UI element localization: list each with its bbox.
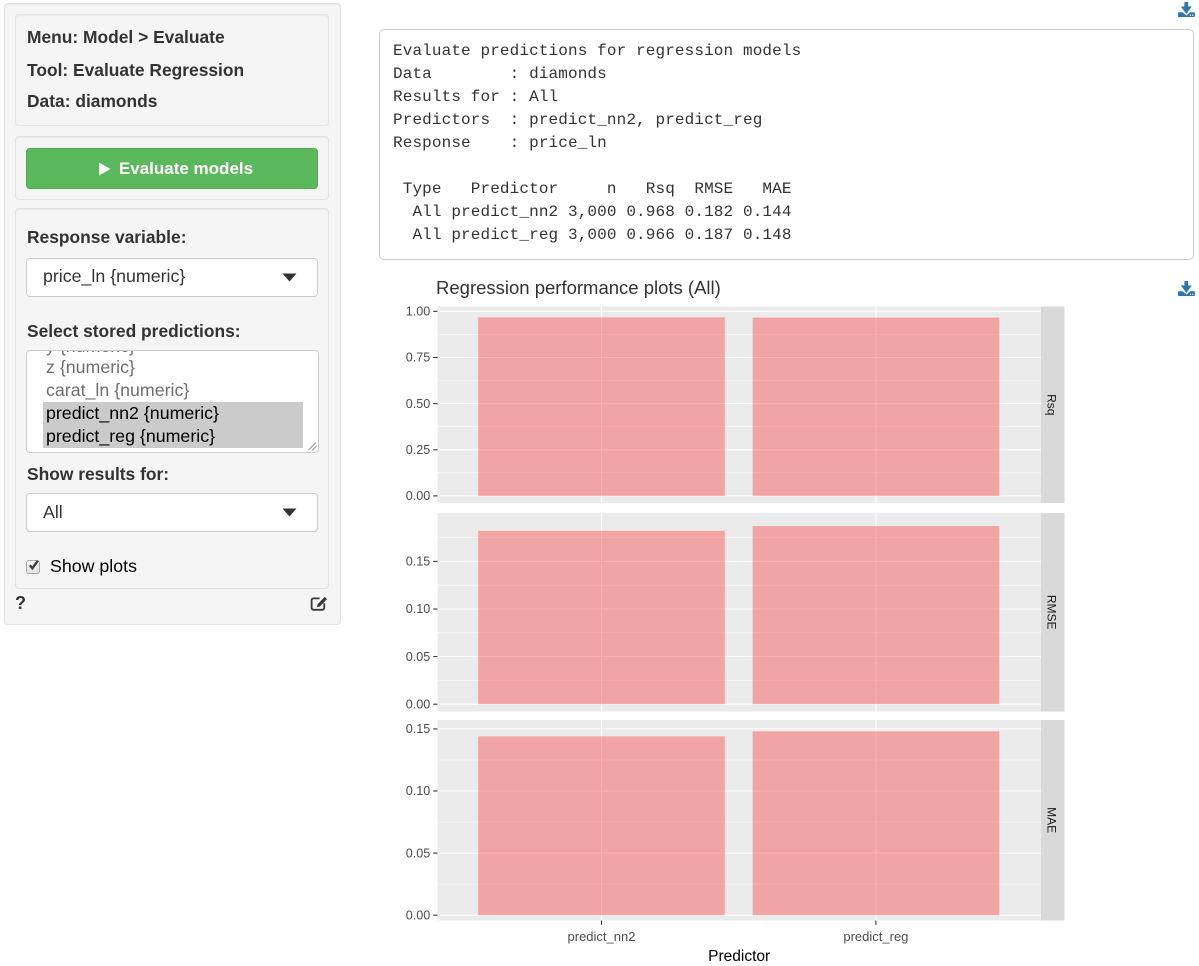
svg-text:0.15: 0.15 bbox=[406, 555, 431, 569]
svg-text:Predictor: Predictor bbox=[708, 948, 770, 965]
svg-text:predict_nn2: predict_nn2 bbox=[568, 929, 636, 944]
svg-text:0.10: 0.10 bbox=[406, 784, 431, 798]
svg-text:0.05: 0.05 bbox=[406, 846, 431, 860]
svg-text:Rsq: Rsq bbox=[1045, 394, 1059, 415]
svg-text:predict_reg: predict_reg bbox=[843, 929, 908, 944]
svg-text:0.00: 0.00 bbox=[406, 489, 431, 503]
svg-text:0.50: 0.50 bbox=[406, 397, 431, 411]
svg-text:1.00: 1.00 bbox=[406, 305, 431, 319]
svg-text:0.25: 0.25 bbox=[406, 443, 431, 457]
svg-text:RMSE: RMSE bbox=[1045, 595, 1059, 630]
svg-text:0.00: 0.00 bbox=[406, 908, 431, 922]
svg-text:Regression performance plots (: Regression performance plots (All) bbox=[436, 278, 721, 298]
svg-text:0.00: 0.00 bbox=[406, 697, 431, 711]
svg-text:0.05: 0.05 bbox=[406, 650, 431, 664]
svg-text:0.10: 0.10 bbox=[406, 602, 431, 616]
svg-text:0.75: 0.75 bbox=[406, 351, 431, 365]
svg-text:MAE: MAE bbox=[1045, 807, 1059, 833]
svg-text:0.15: 0.15 bbox=[406, 722, 431, 736]
